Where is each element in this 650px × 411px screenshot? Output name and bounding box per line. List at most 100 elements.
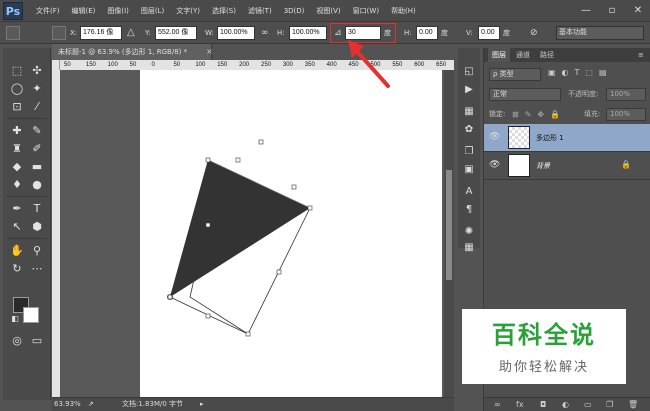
blur-icon[interactable]: ♦: [7, 176, 27, 194]
zoom-level[interactable]: 63.93%: [54, 398, 81, 411]
close-button[interactable]: ✕: [630, 4, 646, 18]
menu-edit[interactable]: 编辑(E): [66, 0, 102, 22]
character-panel-icon[interactable]: A: [461, 184, 477, 199]
link-layers-icon[interactable]: ∞: [494, 398, 501, 411]
panel-menu-icon[interactable]: ≡: [634, 48, 648, 62]
layer-row-background[interactable]: 👁 背景 🔒: [484, 152, 650, 180]
document-tab[interactable]: 未标题-1 @ 63.9% (多边形 1, RGB/8) *: [52, 44, 212, 60]
transform-handle[interactable]: [258, 139, 264, 145]
transform-handle[interactable]: [291, 184, 297, 190]
height-field[interactable]: 100.00%: [289, 26, 327, 40]
minimize-button[interactable]: —: [578, 4, 594, 18]
new-layer-icon[interactable]: ❐: [606, 398, 613, 411]
workspace-select[interactable]: 基本功能: [556, 26, 644, 40]
grid-panel-icon[interactable]: ▦: [461, 240, 477, 255]
hand-tool-icon[interactable]: ✋: [7, 242, 27, 260]
marquee-tool-icon[interactable]: ⬚: [7, 62, 27, 80]
actions-panel-icon[interactable]: ▶: [461, 82, 477, 97]
polygon-tool-icon[interactable]: ⬢: [27, 218, 47, 236]
link-icon[interactable]: ∞: [261, 25, 269, 41]
tab-layers[interactable]: 图层: [488, 48, 510, 62]
canvas[interactable]: [140, 70, 442, 397]
transform-handle[interactable]: [205, 222, 211, 228]
visibility-eye-icon[interactable]: 👁: [489, 160, 500, 170]
zoom-tool-icon[interactable]: ⚲: [27, 242, 47, 260]
background-color-swatch[interactable]: [23, 307, 39, 323]
screen-mode-icon[interactable]: ▭: [27, 332, 47, 350]
eyedropper-icon[interactable]: ⁄: [27, 98, 47, 116]
pen-tool-icon[interactable]: ✒: [7, 200, 27, 218]
gradient-icon[interactable]: ▬: [27, 158, 47, 176]
x-field[interactable]: 176.16 像: [80, 26, 122, 40]
fx-icon[interactable]: fx: [516, 398, 524, 411]
tool-preset-icon[interactable]: [6, 26, 20, 40]
transform-handle[interactable]: [205, 313, 211, 319]
cancel-transform-icon[interactable]: ⊘: [530, 25, 538, 41]
folder-icon[interactable]: ▭: [584, 398, 592, 411]
menu-help[interactable]: 帮助(H): [385, 0, 422, 22]
opacity-field[interactable]: 100%: [606, 88, 646, 101]
transform-handle[interactable]: [235, 157, 241, 163]
menu-filter[interactable]: 滤镜(T): [242, 0, 278, 22]
mask-icon[interactable]: ◘: [540, 398, 546, 411]
dodge-icon[interactable]: ●: [27, 176, 47, 194]
transform-handle[interactable]: [205, 157, 211, 163]
crop-tool-icon[interactable]: ⊡: [7, 98, 27, 116]
menu-select[interactable]: 选择(S): [206, 0, 242, 22]
vskew-field[interactable]: 0.00: [478, 26, 500, 40]
default-colors-icon[interactable]: ◧: [5, 310, 25, 328]
history-panel-icon[interactable]: ◱: [461, 64, 477, 79]
path-selection-icon[interactable]: ↖: [7, 218, 27, 236]
layer-filter-select[interactable]: ρ 类型: [489, 68, 541, 81]
transform-handle[interactable]: [167, 294, 173, 300]
brush-tool-icon[interactable]: ✎: [27, 122, 47, 140]
menu-3d[interactable]: 3D(D): [278, 0, 311, 22]
tab-channels[interactable]: 通道: [512, 48, 534, 62]
fill-field[interactable]: 100%: [606, 108, 646, 121]
menu-view[interactable]: 视图(V): [310, 0, 346, 22]
transform-handle[interactable]: [276, 269, 282, 275]
menu-layer[interactable]: 图层(L): [135, 0, 170, 22]
swatches-panel-icon[interactable]: ✺: [461, 224, 477, 239]
clone-stamp-icon[interactable]: ♜: [7, 140, 27, 158]
paragraph-panel-icon[interactable]: ¶: [461, 202, 477, 217]
healing-brush-icon[interactable]: ✚: [7, 122, 27, 140]
export-icon[interactable]: ⇗: [88, 398, 94, 411]
transform-handle[interactable]: [307, 205, 313, 211]
lock-icons[interactable]: ⊠✎✥🔒: [512, 108, 566, 121]
visibility-eye-icon[interactable]: 👁: [489, 132, 500, 142]
history-brush-icon[interactable]: ✐: [27, 140, 47, 158]
type-tool-icon[interactable]: T: [27, 200, 47, 218]
triangle-icon[interactable]: △: [127, 25, 135, 41]
lasso-tool-icon[interactable]: ◯: [7, 80, 27, 98]
info-arrow-icon[interactable]: ▸: [200, 398, 204, 411]
maximize-button[interactable]: ▫: [604, 4, 620, 18]
tool-presets-icon[interactable]: ▣: [461, 162, 477, 177]
move-tool-icon[interactable]: ✣: [27, 62, 47, 80]
magic-wand-icon[interactable]: ✦: [27, 80, 47, 98]
close-document-icon[interactable]: ×: [206, 44, 213, 60]
reference-point-icon[interactable]: [52, 26, 66, 40]
clone-source-icon[interactable]: ✿: [461, 122, 477, 137]
tab-paths[interactable]: 路径: [536, 48, 558, 62]
menu-file[interactable]: 文件(F): [30, 0, 66, 22]
filter-icons[interactable]: ▣◐T⬚▤: [548, 68, 613, 77]
eraser-icon[interactable]: ◆: [7, 158, 27, 176]
quick-mask-icon[interactable]: ◎: [7, 332, 27, 350]
menu-image[interactable]: 图像(I): [101, 0, 135, 22]
width-field[interactable]: 100.00%: [217, 26, 255, 40]
hskew-field[interactable]: 0.00: [416, 26, 438, 40]
transform-handle[interactable]: [245, 331, 251, 337]
menu-type[interactable]: 文字(Y): [170, 0, 206, 22]
trash-icon[interactable]: 🗑: [628, 398, 638, 411]
more-tools-icon[interactable]: ⋯: [27, 260, 47, 278]
adjustment-icon[interactable]: ◐: [562, 398, 569, 411]
menu-window[interactable]: 窗口(W): [347, 0, 385, 22]
rotate-view-icon[interactable]: ↻: [7, 260, 27, 278]
layer-comps-icon[interactable]: ❐: [461, 144, 477, 159]
vertical-scrollbar-thumb[interactable]: [446, 170, 452, 280]
y-field[interactable]: 552.00 像: [155, 26, 197, 40]
layer-row-polygon[interactable]: 👁 多边形 1: [484, 124, 650, 152]
brush-panel-icon[interactable]: ▦: [461, 104, 477, 119]
blend-mode-select[interactable]: 正常: [489, 88, 561, 101]
